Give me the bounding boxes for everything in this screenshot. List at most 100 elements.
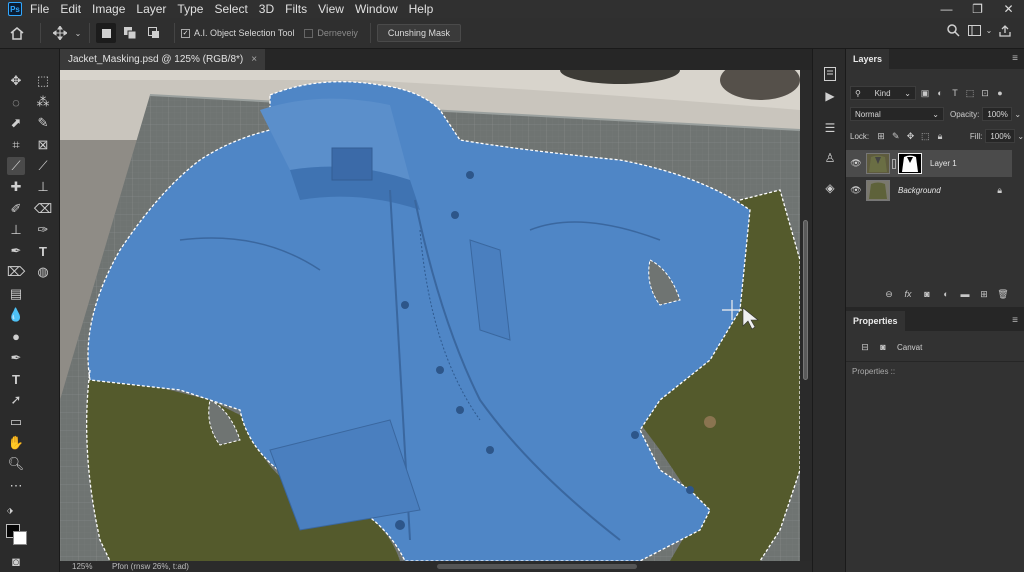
menu-view[interactable]: View [318, 2, 344, 16]
document-tab[interactable]: Jacket_Masking.psd @ 125% (RGB/8*) × [60, 49, 266, 70]
magic-wand-tool-icon[interactable]: ⁂ [34, 93, 52, 111]
eraser-tool-icon[interactable]: ⌫ [34, 200, 52, 218]
menu-image[interactable]: Image [92, 2, 125, 16]
smart-object-filter-icon[interactable]: ⊡ [979, 87, 991, 99]
hand-tool-icon[interactable]: ✋ [7, 434, 25, 452]
crop-tool-icon[interactable]: ⌗ [7, 136, 25, 154]
tab-properties[interactable]: Properties [846, 311, 905, 331]
document-info[interactable]: Pfon (rnsw 26%, t:ad) [100, 562, 189, 571]
pixel-filter-icon[interactable]: ▣ [919, 87, 931, 99]
move-tool-preset-icon[interactable] [47, 26, 73, 40]
kind-filter-select[interactable]: ⚲ Kind ⌄ [850, 86, 916, 100]
second-option-checkbox[interactable] [304, 28, 314, 38]
type-tool-icon[interactable]: T [34, 242, 52, 260]
lock-position-icon[interactable]: ✥ [905, 130, 917, 142]
subtract-selection-button[interactable] [144, 23, 164, 43]
play-actions-icon[interactable]: ▶ [821, 87, 839, 105]
new-selection-button[interactable] [96, 23, 116, 43]
mixer-brush-tool-icon[interactable]: ✒ [7, 242, 25, 260]
layer-style-icon[interactable]: fx [901, 288, 915, 300]
menu-window[interactable]: Window [355, 2, 398, 16]
adjustment-filter-icon[interactable]: ◐ [934, 87, 946, 99]
panel-menu-icon[interactable]: ≡ [1012, 315, 1018, 326]
layer-mask-thumbnail[interactable] [898, 153, 922, 174]
brush-settings-icon[interactable]: ♙ [821, 149, 839, 167]
gradient-tool-icon[interactable]: ▤ [7, 285, 25, 303]
object-selection-tool-icon[interactable]: ⬈ [7, 114, 25, 132]
horizontal-scroll-thumb[interactable] [437, 564, 637, 569]
mask-button[interactable]: Cunshing Mask [376, 24, 461, 42]
slice-tool-icon[interactable]: ⊠ [34, 136, 52, 154]
quick-selection-tool-icon[interactable]: ✎ [34, 114, 52, 132]
menu-edit[interactable]: Edit [60, 2, 81, 16]
adjustments-icon[interactable]: ☰ [821, 119, 839, 137]
clone-stamp-tool-icon[interactable]: ⊥ [7, 221, 25, 239]
add-to-selection-button[interactable] [120, 23, 140, 43]
color-sampler-tool-icon[interactable]: ⟋ [34, 157, 52, 175]
minimize-button[interactable]: — [931, 0, 962, 18]
history-brush-tool-icon[interactable]: ✑ [34, 221, 52, 239]
close-window-button[interactable]: ✕ [993, 0, 1024, 18]
lock-transparency-icon[interactable]: ⊞ [875, 130, 887, 142]
opacity-input[interactable]: 100% [982, 107, 1013, 121]
background-eraser-icon[interactable]: ◍ [34, 263, 52, 281]
shape-filter-icon[interactable]: ⬚ [964, 87, 976, 99]
add-mask-icon[interactable]: ◙ [920, 288, 934, 300]
brush-tool-icon[interactable]: ✐ [7, 200, 25, 218]
chevron-down-icon[interactable]: ⌄ [73, 29, 83, 38]
lock-pixels-icon[interactable]: ✎ [890, 130, 902, 142]
quick-mask-icon[interactable]: ◙ [7, 552, 25, 570]
menu-type[interactable]: Type [177, 2, 203, 16]
close-document-icon[interactable]: × [251, 54, 257, 65]
chevron-down-icon[interactable]: ⌄ [1014, 110, 1021, 119]
menu-file[interactable]: File [30, 2, 49, 16]
lock-artboard-icon[interactable]: ⬚ [919, 130, 931, 142]
workspace-icon[interactable] [964, 25, 984, 36]
chevron-down-icon[interactable]: ⌄ [1017, 132, 1024, 141]
search-icon[interactable] [942, 24, 964, 37]
tab-layers[interactable]: Layers [846, 49, 890, 69]
menu-3d[interactable]: 3D [259, 2, 274, 16]
path-selection-tool-icon[interactable]: ➚ [7, 391, 25, 409]
filter-toggle-icon[interactable]: ● [994, 87, 1006, 99]
new-group-icon[interactable]: ▬ [958, 288, 972, 300]
home-icon[interactable] [0, 26, 34, 40]
fill-input[interactable]: 100% [985, 129, 1016, 143]
link-layers-icon[interactable]: ⊖ [882, 288, 896, 300]
mask-link-icon[interactable] [892, 158, 896, 169]
trash-icon[interactable]: 🗑︎ [996, 288, 1010, 300]
layer-row-layer-1[interactable]: 👁︎ Layer 1 [846, 150, 1012, 177]
artboard-tool-icon[interactable]: ⬚ [34, 72, 52, 90]
vertical-scroll-thumb[interactable] [803, 220, 808, 380]
ai-tool-checkbox[interactable]: ✓ [181, 28, 190, 38]
menu-layer[interactable]: Layer [136, 2, 166, 16]
share-icon[interactable] [994, 24, 1016, 37]
eraser-icon[interactable]: ⌦ [7, 263, 25, 281]
background-color-swatch[interactable] [13, 531, 27, 545]
visibility-eye-icon[interactable]: 👁︎ [846, 185, 866, 196]
menu-help[interactable]: Help [409, 2, 434, 16]
panel-menu-icon[interactable]: ≡ [1012, 53, 1018, 64]
zoom-tool-icon[interactable]: 🔍︎ [7, 455, 25, 473]
blend-mode-select[interactable]: Normal ⌄ [850, 107, 944, 121]
patch-tool-icon[interactable]: ⊥ [34, 178, 52, 196]
blur-tool-icon[interactable]: 💧 [7, 306, 25, 324]
move-tool-icon[interactable]: ✥ [7, 72, 25, 90]
canvas[interactable] [60, 70, 800, 561]
swap-colors-icon[interactable]: ⬗ [4, 504, 16, 516]
3d-cube-icon[interactable]: ◈ [821, 179, 839, 197]
restore-button[interactable]: ❐ [962, 0, 993, 18]
dodge-tool-icon[interactable]: ● [7, 327, 25, 345]
adjustment-layer-icon[interactable]: ◐ [939, 288, 953, 300]
vertical-scrollbar[interactable] [800, 70, 812, 561]
rectangle-tool-icon[interactable]: ▭ [7, 413, 25, 431]
more-tools-icon[interactable]: ⋯ [7, 477, 25, 495]
eyedropper-tool-icon[interactable]: ⟋ [7, 157, 25, 175]
chevron-down-icon[interactable]: ⌄ [984, 26, 994, 35]
healing-brush-tool-icon[interactable]: ✚ [7, 178, 25, 196]
lock-all-icon[interactable]: 🔒︎ [934, 130, 946, 142]
zoom-level[interactable]: 125% [60, 562, 100, 571]
visibility-eye-icon[interactable]: 👁︎ [846, 158, 866, 169]
horizontal-type-tool-icon[interactable]: T [7, 370, 25, 388]
layer-row-background[interactable]: 👁︎ Background 🔒︎ [846, 177, 1012, 204]
